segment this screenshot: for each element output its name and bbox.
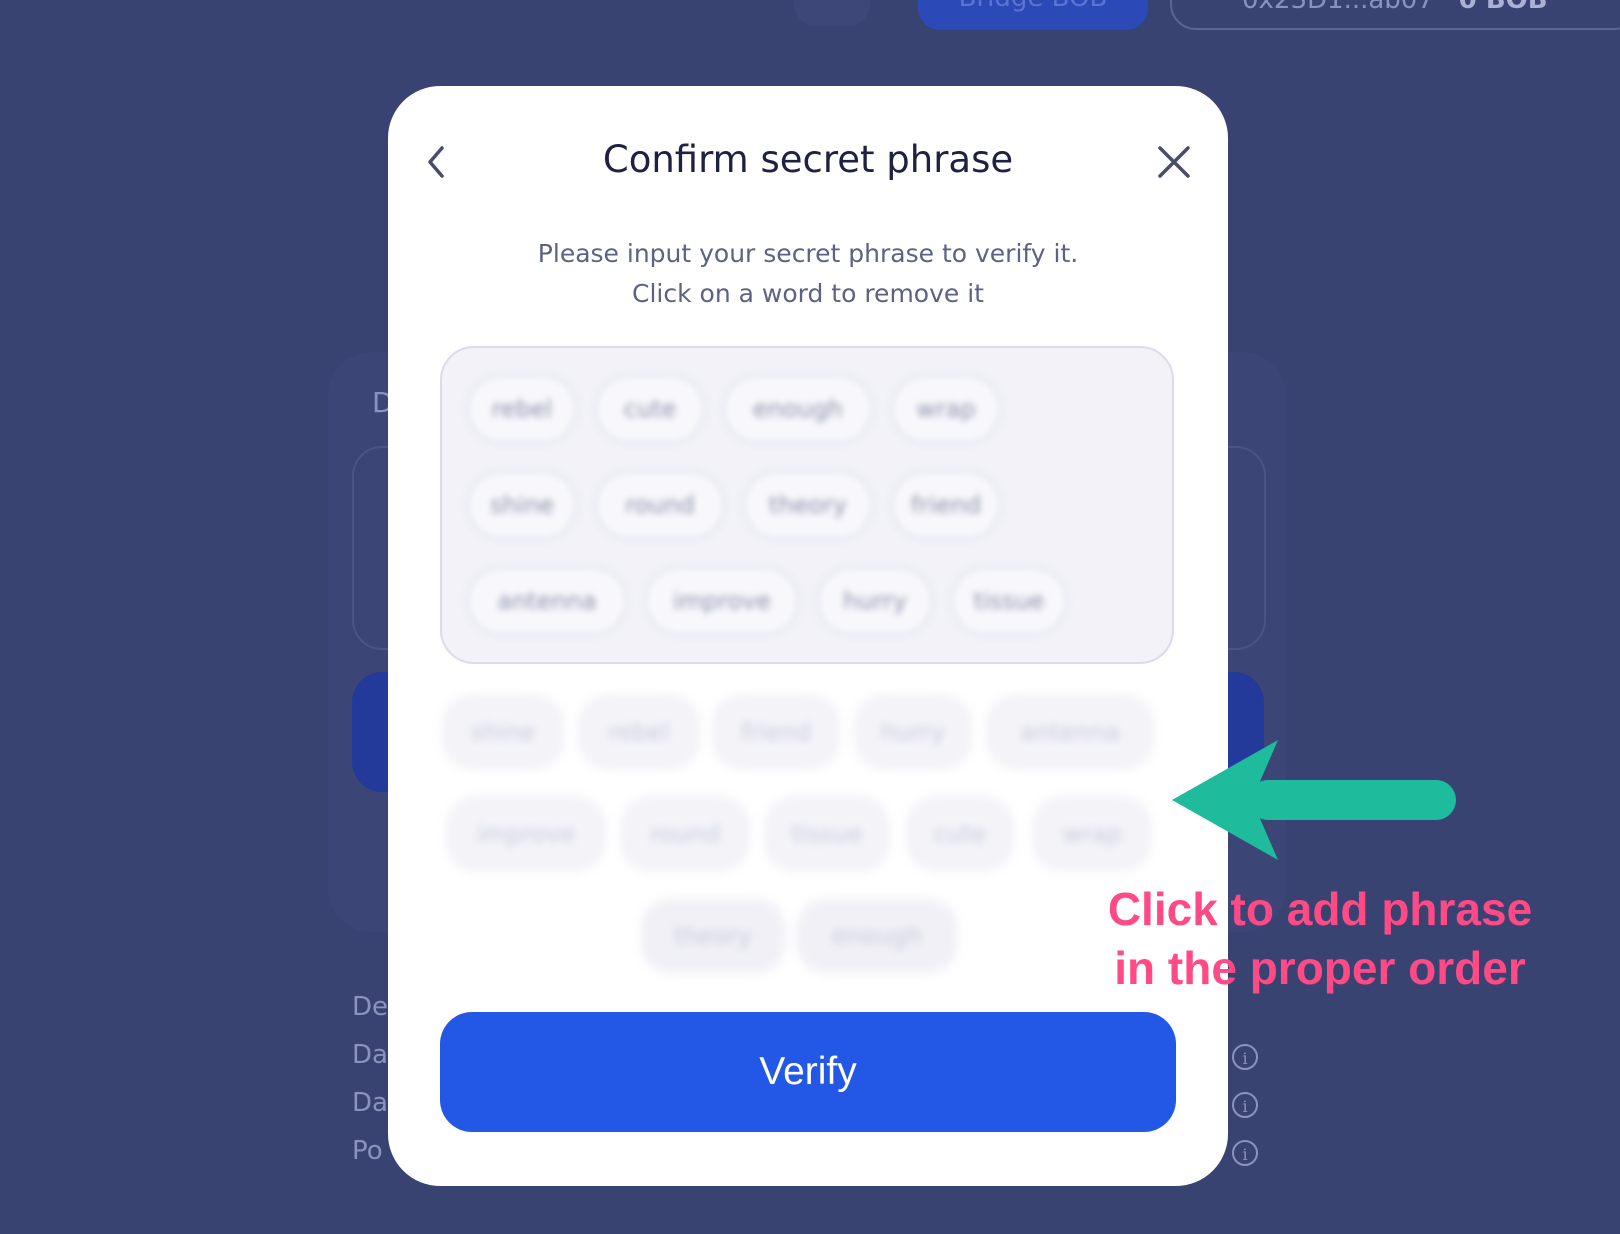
pool-word-chip[interactable]: improve — [450, 800, 602, 868]
pool-word-chip[interactable]: friend — [716, 698, 836, 766]
info-icon: i — [1232, 1092, 1258, 1118]
selected-word-chip[interactable]: enough — [726, 378, 870, 440]
selected-word-chip[interactable]: tissue — [954, 570, 1064, 632]
wallet-balance: 0 BOB — [1458, 0, 1548, 15]
selected-word-chip[interactable]: cute — [598, 378, 702, 440]
pool-word-chip[interactable]: round — [624, 800, 746, 868]
selected-word-chip[interactable]: rebel — [470, 378, 574, 440]
background-row: Da — [352, 1040, 388, 1070]
instruction-line: Click on a word to remove it — [632, 279, 984, 308]
selected-word-chip[interactable]: antenna — [470, 570, 624, 632]
bridge-button[interactable]: Bridge BOB — [918, 0, 1148, 30]
selected-word-chip[interactable]: improve — [648, 570, 796, 632]
pool-word-chip[interactable]: hurry — [858, 698, 968, 766]
pool-word-chip[interactable]: cute — [910, 800, 1010, 868]
background-row: Da — [352, 1088, 388, 1118]
arrow-left-icon — [1172, 740, 1456, 860]
close-icon — [1158, 146, 1190, 178]
pool-word-chip[interactable]: tissue — [768, 800, 886, 868]
modal-title: Confirm secret phrase — [602, 138, 1014, 181]
annotation-line: in the proper order — [1114, 942, 1526, 994]
pool-word-chip[interactable]: rebel — [582, 698, 696, 766]
selected-word-chip[interactable]: theory — [746, 474, 870, 536]
modal-instructions: Please input your secret phrase to verif… — [388, 234, 1228, 314]
pool-word-chip[interactable]: enough — [800, 902, 954, 970]
background-row: De — [352, 992, 389, 1022]
wallet-pill[interactable]: 0x23D1...ab07 0 BOB — [1170, 0, 1620, 30]
background-row: Po — [352, 1136, 383, 1166]
annotation-text: Click to add phrase in the proper order — [1080, 880, 1560, 998]
info-icon: i — [1232, 1140, 1258, 1166]
selected-word-chip[interactable]: shine — [470, 474, 574, 536]
pool-word-chip[interactable]: shine — [446, 698, 560, 766]
selected-word-chip[interactable]: friend — [894, 474, 998, 536]
pool-word-chip[interactable]: antenna — [990, 698, 1150, 766]
selected-word-chip[interactable]: hurry — [820, 570, 930, 632]
pool-word-chip[interactable]: theory — [644, 902, 782, 970]
info-icon: i — [1232, 1044, 1258, 1070]
selected-phrase-box: rebel cute enough wrap shine round theor… — [440, 346, 1174, 664]
selected-word-chip[interactable]: round — [598, 474, 722, 536]
close-button[interactable] — [1154, 142, 1194, 182]
network-icon-button[interactable] — [794, 0, 870, 26]
verify-button[interactable]: Verify — [440, 1012, 1176, 1132]
pool-word-chip[interactable]: wrap — [1036, 800, 1148, 868]
wallet-address: 0x23D1...ab07 — [1242, 0, 1434, 15]
selected-word-chip[interactable]: wrap — [894, 378, 998, 440]
annotation-line: Click to add phrase — [1107, 883, 1533, 935]
instruction-line: Please input your secret phrase to verif… — [537, 239, 1079, 268]
confirm-phrase-modal: Confirm secret phrase Please input your … — [388, 86, 1228, 1186]
